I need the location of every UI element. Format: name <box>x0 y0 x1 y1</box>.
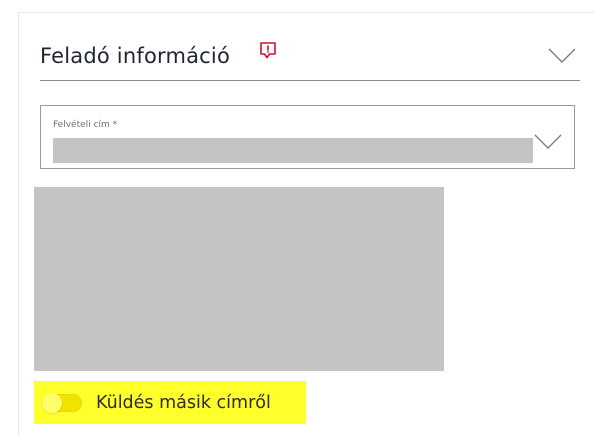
send-from-other-address-toggle[interactable]: Küldés másik címről <box>34 381 306 424</box>
section-header[interactable]: Feladó információ <box>40 34 580 81</box>
chevron-down-icon[interactable] <box>548 48 576 64</box>
page: Feladó információ Felvételi cím * Küldés… <box>0 0 594 435</box>
pickup-address-select[interactable]: Felvételi cím * <box>40 105 575 169</box>
send-from-other-address-label: Küldés másik címről <box>96 393 271 413</box>
toggle-switch[interactable] <box>42 393 82 413</box>
section-title: Feladó információ <box>40 44 231 68</box>
pickup-address-label: Felvételi cím * <box>53 120 118 130</box>
chevron-down-icon[interactable] <box>534 134 562 150</box>
pickup-address-value-redacted <box>53 138 533 163</box>
toggle-knob <box>42 393 62 413</box>
map-redacted <box>34 187 444 371</box>
info-comment-icon[interactable] <box>258 41 278 61</box>
